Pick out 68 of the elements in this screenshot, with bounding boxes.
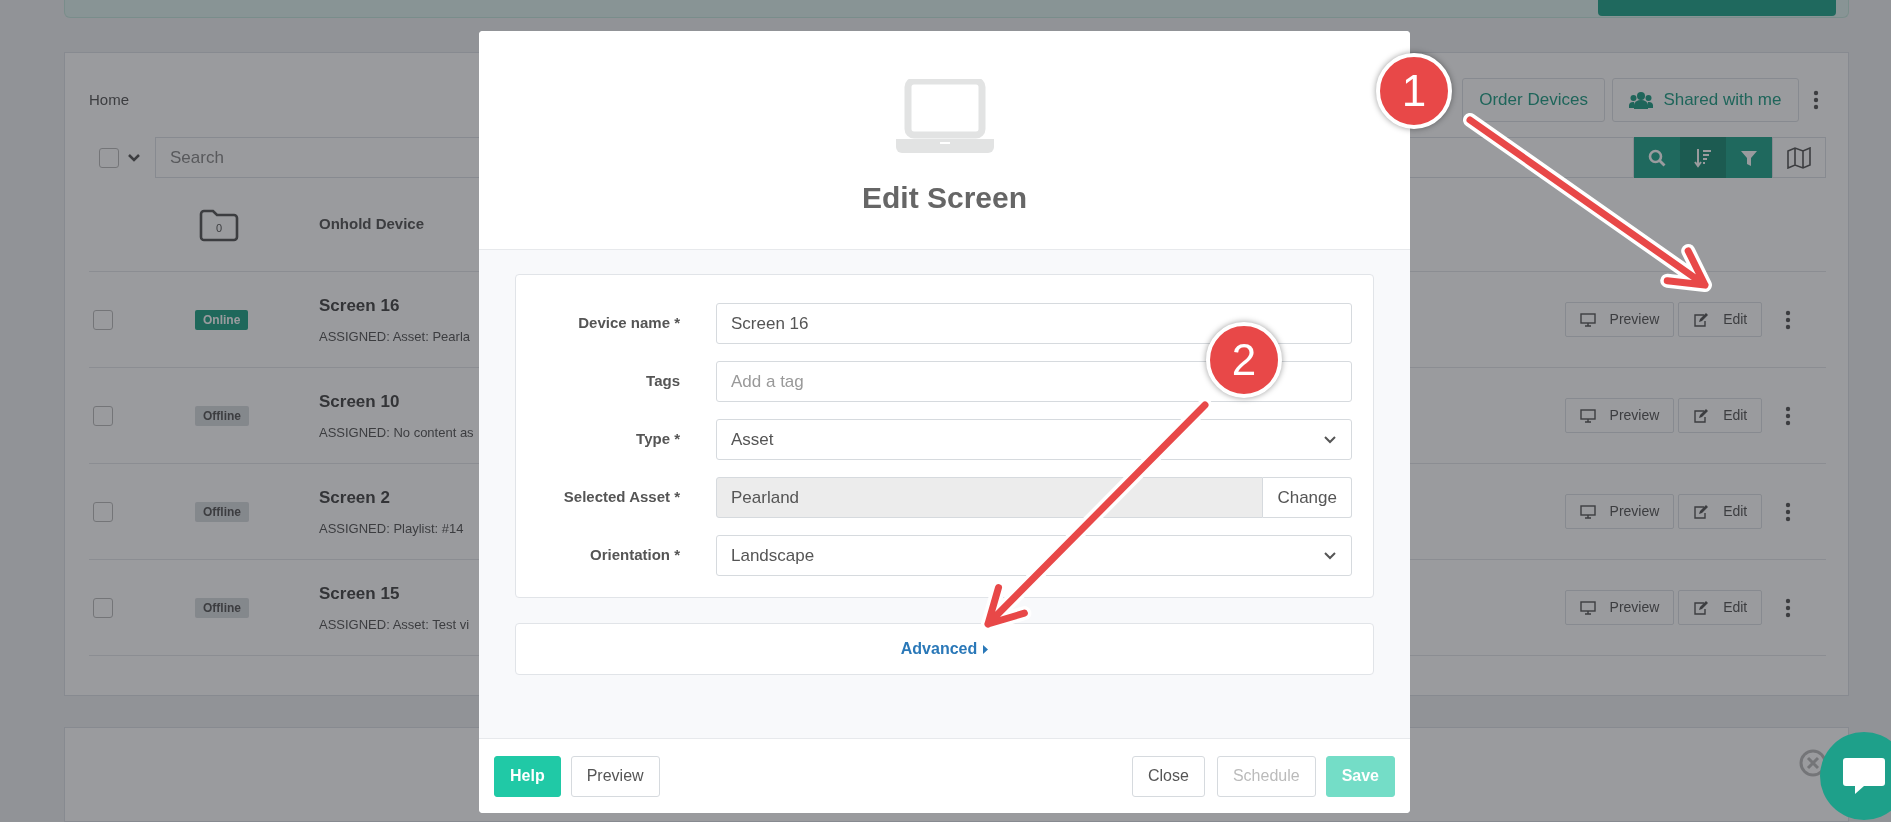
select-field[interactable]: Asset [716, 419, 1352, 460]
filter-button[interactable] [1726, 137, 1772, 178]
device-name[interactable]: Screen 16 [319, 292, 400, 318]
edit-button[interactable]: Edit [1678, 590, 1763, 625]
edit-icon [1693, 408, 1710, 423]
change-button[interactable]: Change [1263, 477, 1352, 518]
monitor-icon [1579, 504, 1596, 519]
header-button[interactable]: Order Devices [1462, 78, 1605, 122]
assigned-text: ASSIGNED: No content as [319, 424, 474, 442]
laptop-icon [895, 79, 994, 153]
folder-name[interactable]: Onhold Device [319, 213, 425, 236]
assigned-text: ASSIGNED: Asset: Pearla [319, 328, 470, 346]
row-checkbox[interactable] [93, 501, 113, 522]
row-checkbox[interactable] [93, 597, 113, 618]
footer-button[interactable]: Preview [570, 755, 660, 797]
device-name[interactable]: Screen 2 [319, 484, 390, 510]
modal-title: Edit Screen [861, 180, 1028, 216]
users-icon [1629, 91, 1654, 109]
caret-icon [126, 152, 141, 163]
select-field[interactable]: Landscape [716, 535, 1352, 576]
assigned-text: ASSIGNED: Playlist: #14 [319, 520, 464, 538]
breadcrumb-link[interactable]: Home [89, 88, 129, 112]
monitor-icon [1579, 600, 1596, 615]
field-label: Tags [645, 371, 681, 392]
chevron-icon [1323, 550, 1337, 561]
sort-button[interactable] [1680, 137, 1726, 178]
edit-button[interactable]: Edit [1678, 494, 1763, 529]
device-name[interactable]: Screen 10 [319, 388, 400, 414]
edit-button[interactable]: Edit [1678, 398, 1763, 433]
folder-count: 0 [214, 221, 224, 234]
chat-icon [1842, 756, 1886, 796]
edit-icon [1693, 600, 1710, 615]
status-badge: Offline [195, 502, 249, 523]
select-all-checkbox[interactable] [99, 147, 119, 168]
row-checkbox[interactable] [93, 309, 113, 330]
search-icon [1648, 148, 1666, 167]
monitor-icon [1579, 408, 1596, 423]
footer-button[interactable]: Close [1132, 755, 1205, 797]
sort-icon [1694, 147, 1712, 168]
field-label: Selected Asset * [562, 487, 681, 508]
asset-field: Pearland [716, 477, 1264, 518]
status-badge: Offline [195, 406, 249, 427]
row-checkbox[interactable] [93, 405, 113, 426]
search-button[interactable] [1634, 137, 1680, 178]
text-field[interactable]: Screen 16 [716, 303, 1352, 344]
filter-icon [1741, 149, 1757, 166]
header-button[interactable]: Shared with me [1612, 78, 1799, 122]
status-badge: Online [195, 310, 249, 331]
edit-icon [1693, 504, 1710, 519]
preview-button[interactable]: Preview [1564, 494, 1675, 529]
monitor-icon [1579, 312, 1596, 327]
edit-icon [1693, 312, 1710, 327]
assigned-text: ASSIGNED: Asset: Test vi [319, 616, 470, 634]
advanced-link[interactable]: Advanced [900, 637, 989, 661]
help-button[interactable]: Help [494, 755, 561, 797]
field-label: Orientation * [589, 545, 681, 566]
status-badge: Offline [195, 598, 249, 619]
preview-button[interactable]: Preview [1564, 590, 1675, 625]
device-name[interactable]: Screen 15 [319, 580, 400, 606]
caret-icon [983, 644, 989, 654]
chevron-icon [1323, 434, 1337, 445]
preview-button[interactable]: Preview [1564, 398, 1675, 433]
field-label: Type * [635, 429, 681, 450]
map-icon [1787, 146, 1811, 169]
preview-button[interactable]: Preview [1564, 302, 1675, 337]
edit-button[interactable]: Edit [1678, 302, 1763, 337]
field-label: Device name * [577, 313, 681, 334]
map-button[interactable] [1772, 137, 1826, 178]
